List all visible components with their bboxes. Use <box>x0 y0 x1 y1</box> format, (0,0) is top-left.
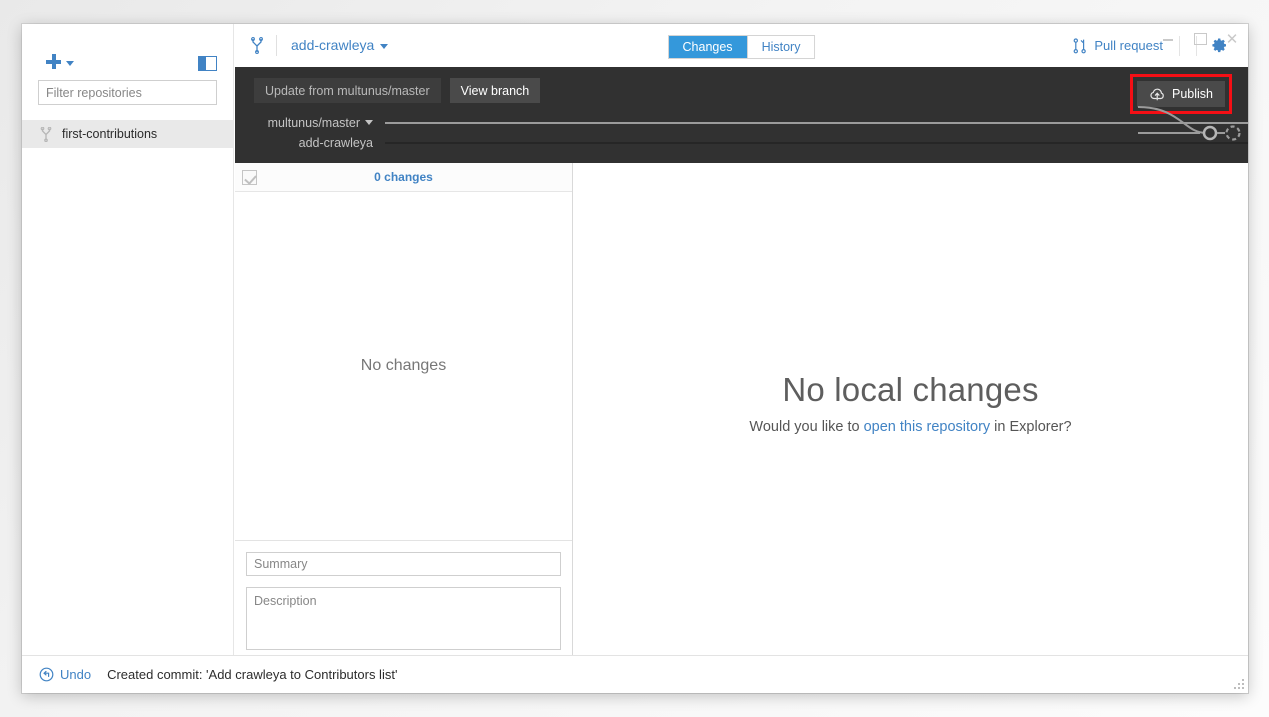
detail-panel: No local changes Would you like to open … <box>573 163 1248 655</box>
no-changes-text: No changes <box>360 357 447 374</box>
undo-label: Undo <box>60 667 92 682</box>
repository-header: add-crawleya Changes History Pull reques… <box>235 24 1248 67</box>
detail-subtitle: Would you like to open this repository i… <box>749 419 1071 435</box>
graph-line-branch <box>385 142 1248 144</box>
commit-form <box>235 541 572 655</box>
filter-repositories-wrap <box>22 80 233 105</box>
changes-header: 0 changes <box>235 163 572 192</box>
tab-changes[interactable]: Changes <box>668 36 747 58</box>
graph-row-branch: add-crawleya <box>235 133 1248 153</box>
open-repository-link[interactable]: open this repository <box>864 419 991 435</box>
tab-group: Changes History <box>667 35 816 59</box>
plus-icon <box>46 54 61 69</box>
update-from-master-button[interactable]: Update from multunus/master <box>254 78 441 103</box>
graph-label-branch: add-crawleya <box>298 136 373 150</box>
tab-history[interactable]: History <box>746 36 815 58</box>
branch-graph: multunus/master add-crawleya <box>235 106 1248 153</box>
chevron-down-icon[interactable] <box>380 44 389 49</box>
branch-toolbar: Update from multunus/master View branch … <box>235 67 1248 163</box>
branch-icon <box>40 126 52 142</box>
repository-list: first-contributions <box>22 120 233 148</box>
graph-label-master[interactable]: multunus/master <box>235 116 385 130</box>
undo-button[interactable]: Undo <box>39 667 91 682</box>
header-divider <box>276 34 277 56</box>
changes-panel: 0 changes No changes <box>235 163 573 655</box>
add-repository-button[interactable] <box>46 54 74 69</box>
graph-label-master-text: multunus/master <box>267 116 360 130</box>
detail-title: No local changes <box>782 371 1039 408</box>
current-branch-label[interactable]: add-crawleya <box>291 37 374 53</box>
undo-icon <box>39 667 54 682</box>
commit-summary-input[interactable] <box>246 552 561 576</box>
repository-name: first-contributions <box>62 127 158 141</box>
main-area: add-crawleya Changes History Pull reques… <box>235 24 1248 655</box>
maximize-button[interactable] <box>1184 25 1216 53</box>
sidebar: first-contributions <box>22 24 234 655</box>
view-branch-button[interactable]: View branch <box>449 78 541 103</box>
branch-action-buttons: Update from multunus/master View branch <box>235 67 1248 103</box>
graph-row-master: multunus/master <box>235 113 1248 133</box>
chevron-down-icon <box>66 61 74 66</box>
status-message: Created commit: 'Add crawleya to Contrib… <box>107 667 398 682</box>
app-window: ✕ Filter repositories first-contribution… <box>22 24 1248 693</box>
pull-request-button[interactable]: Pull request <box>1073 37 1163 54</box>
sidebar-toolbar <box>22 24 233 80</box>
sidebar-item-first-contributions[interactable]: first-contributions <box>22 120 233 148</box>
commit-description-input[interactable] <box>246 587 561 650</box>
detail-subtitle-before: Would you like to <box>749 419 864 435</box>
branch-icon <box>251 36 263 54</box>
chevron-down-icon <box>365 120 373 125</box>
pull-request-icon <box>1073 37 1087 53</box>
content-area: 0 changes No changes No local changes Wo… <box>235 163 1248 655</box>
filter-repositories-input[interactable] <box>38 80 217 105</box>
changes-empty-state: No changes <box>235 192 572 541</box>
resize-grip[interactable] <box>1232 677 1244 689</box>
graph-merge-curve <box>1138 106 1241 141</box>
close-button[interactable]: ✕ <box>1216 25 1248 53</box>
panel-toggle-icon[interactable] <box>198 56 217 71</box>
graph-line-master <box>385 122 1248 124</box>
minimize-button[interactable] <box>1152 25 1184 53</box>
status-bar: Undo Created commit: 'Add crawleya to Co… <box>22 655 1248 693</box>
changes-count-label: 0 changes <box>374 170 433 184</box>
detail-subtitle-after: in Explorer? <box>990 419 1072 435</box>
window-controls: ✕ <box>1152 24 1248 54</box>
screen-root: ✕ Filter repositories first-contribution… <box>0 0 1269 717</box>
